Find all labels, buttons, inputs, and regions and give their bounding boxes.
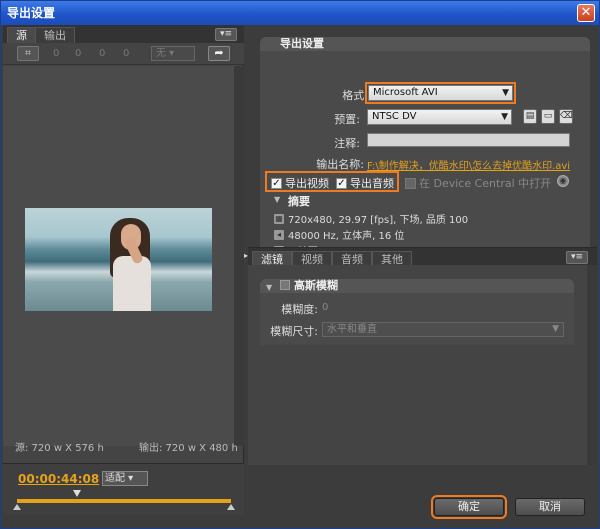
gaussian-blur-section: 模糊度: 0 模糊尺寸: 水平和垂直 ▼ [260,293,574,345]
crop-bottom-value[interactable]: 0 [123,48,129,59]
preview-tabs: 源 输出 ▾≡ [3,25,244,43]
crop-aspect-select[interactable]: 无 ▾ [151,46,195,61]
rotate-icon[interactable]: ➦ [208,46,230,61]
blur-dimension-label: 模糊尺寸: [270,325,318,338]
preset-select[interactable]: NTSC DV ▼ [367,109,512,125]
out-point-icon[interactable] [227,504,235,510]
chevron-down-icon: ▼ [501,112,508,122]
gaussian-blur-header: ▼ 高斯模糊 [260,279,574,293]
speaker-icon: ◂ [274,229,284,240]
blurriness-value[interactable]: 0 [322,302,328,313]
window-title: 导出设置 [7,6,56,20]
blurriness-label: 模糊度: [281,303,318,316]
comment-label: 注释: [334,137,360,150]
chevron-down-icon: ▼ [552,324,559,334]
panel-menu-icon[interactable]: ▾≡ [215,28,237,41]
collapse-triangle-icon[interactable]: ▼ [274,195,280,204]
export-toggles-group: ✓ 导出视频 ✓ 导出音频 [265,171,399,192]
zoom-fit-select[interactable]: 适配 ▾ [102,471,148,486]
export-audio-checkbox[interactable]: ✓ 导出音频 [336,175,394,191]
summary-title: 摘要 [288,195,310,208]
blur-dimension-value: 水平和垂直 [327,324,377,335]
crop-right-value[interactable]: 0 [99,48,105,59]
filter-settings-area: ▼ 高斯模糊 模糊度: 0 模糊尺寸: 水平和垂直 ▼ [248,265,597,465]
zoom-fit-value: 适配 [105,473,125,484]
device-central-checkbox: 在 Device Central 中打开 [405,175,551,191]
source-dimensions: 源: 720 w X 576 h [15,443,104,454]
gaussian-blur-title: 高斯模糊 [294,279,338,292]
gaussian-blur-checkbox[interactable] [280,280,290,290]
import-preset-icon[interactable]: ▭ [541,109,555,124]
output-name-link[interactable]: F:\制作解决，优酷水印\怎么去掉优酷水印.avi [367,157,570,172]
export-settings-header: 导出设置 [260,37,590,51]
tab-source[interactable]: 源 [7,27,36,43]
preview-scrollbar[interactable] [234,66,244,446]
device-central-icon[interactable]: ◉ [557,175,569,187]
summary-video-line: ▦ 720x480, 29.97 [fps], 下场, 品质 100 [274,213,469,226]
format-select[interactable]: Microsoft AVI ▼ [365,82,516,104]
output-dimensions: 输出: 720 w X 480 h [139,443,238,454]
close-button[interactable]: ✕ [577,4,595,22]
timecode-display[interactable]: 00:00:44:08 [18,472,99,486]
timeline-area: 00:00:44:08 适配 ▾ [3,463,244,515]
export-audio-label: 导出音频 [350,177,394,190]
crop-aspect-value: 无 [156,48,166,59]
device-central-label: 在 Device Central 中打开 [419,177,552,190]
crop-left-value[interactable]: 0 [53,48,59,59]
tab-output[interactable]: 输出 [35,27,75,43]
save-preset-icon[interactable]: ▤ [523,109,537,124]
settings-scrollbar[interactable] [587,265,597,465]
export-video-label: 导出视频 [285,177,329,190]
format-value: Microsoft AVI [373,87,438,98]
preset-value: NTSC DV [372,111,417,122]
title-bar: 导出设置 ✕ [1,1,599,25]
blur-dimension-select[interactable]: 水平和垂直 ▼ [322,322,564,337]
export-settings-section: 格式: Microsoft AVI ▼ 预置: NTSC DV ▼ ▤ ▭ ⌫ 注释… [260,51,590,258]
checkmark-icon: ✓ [271,177,282,189]
in-point-icon[interactable] [13,504,21,510]
settings-panel: 导出设置 格式: Microsoft AVI ▼ 预置: NTSC DV ▼ ▤ ▭… [248,25,597,519]
preview-panel: 源 输出 ▾≡ ⌗ 0 0 0 0 无 ▾ ➦ 源: 720 w X 576 h… [3,25,244,463]
video-preview-frame [25,208,212,311]
delete-preset-icon[interactable]: ⌫ [559,109,573,124]
timeline-bar[interactable] [17,499,231,503]
output-name-label: 输出名称: [316,158,364,171]
video-preview-area [3,66,234,446]
crop-top-value[interactable]: 0 [75,48,81,59]
playhead-icon[interactable] [73,490,81,497]
export-video-checkbox[interactable]: ✓ 导出视频 [271,175,329,191]
settings-menu-icon[interactable]: ▾≡ [566,251,588,264]
checkmark-icon: ✓ [336,177,347,189]
ok-button[interactable]: 确定 [431,495,507,519]
crop-icon[interactable]: ⌗ [17,46,39,61]
chevron-down-icon: ▼ [502,88,509,98]
preset-label: 预置: [334,113,360,126]
export-settings-dialog: 导出设置 ✕ 源 输出 ▾≡ ⌗ 0 0 0 0 无 ▾ ➦ 源: 720 w … [0,0,600,529]
settings-tabs: 滤镜 视频 音频 其他 ▾≡ [248,247,597,267]
summary-audio-line: ◂ 48000 Hz, 立体声, 16 位 [274,227,404,242]
format-label: 格式: [342,89,368,102]
cancel-button[interactable]: 取消 [515,498,585,516]
film-icon: ▦ [274,213,284,224]
comment-input[interactable] [367,133,570,147]
crop-toolbar: ⌗ 0 0 0 0 无 ▾ ➦ [3,43,244,65]
